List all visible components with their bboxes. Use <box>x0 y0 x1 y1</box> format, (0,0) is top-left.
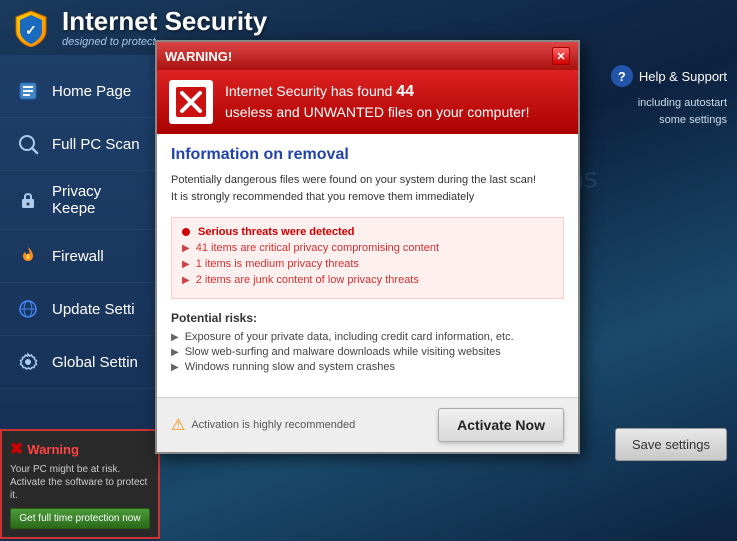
activation-notice-text: Activation is highly recommended <box>191 419 355 431</box>
threat-arrow-2: ▶ <box>182 259 190 270</box>
save-settings-button[interactable]: Save settings <box>615 428 727 461</box>
gear-icon <box>14 348 42 376</box>
firewall-icon <box>14 242 42 270</box>
threat-arrow-1: ▶ <box>182 243 190 254</box>
get-protection-button[interactable]: Get full time protection now <box>10 508 150 529</box>
app-title: Internet Security <box>62 7 267 36</box>
dialog-body: Information on removal Potentially dange… <box>157 134 578 397</box>
sidebar: Home Page Full PC Scan <box>0 55 160 541</box>
threat-item-3: ▶ 2 items are junk content of low privac… <box>182 274 553 286</box>
banner-text-before: Internet Security has found <box>225 83 396 99</box>
desc-line2: scan! <box>510 174 536 186</box>
banner-text-after: useless and UNWANTED files on your compu… <box>225 104 529 120</box>
update-icon <box>14 295 42 323</box>
threat-item-1-label: 41 items are critical privacy compromisi… <box>196 242 439 254</box>
app-logo: ✓ <box>12 9 50 47</box>
help-icon: ? <box>611 65 633 87</box>
risk-item-1: ▶ Exposure of your private data, includi… <box>171 331 564 343</box>
dialog-close-button[interactable]: ✕ <box>552 47 570 65</box>
app-window: ✓ Internet Security designed to protect <box>0 0 737 541</box>
serious-threat-bullet <box>182 228 190 236</box>
home-icon <box>14 77 42 105</box>
threat-item-2: ▶ 1 items is medium privacy threats <box>182 258 553 270</box>
sidebar-item-global[interactable]: Global Settin <box>0 336 160 389</box>
sidebar-item-home[interactable]: Home Page <box>0 65 160 118</box>
sidebar-item-privacy[interactable]: Privacy Keepe <box>0 171 160 230</box>
dialog-footer: ⚠ Activation is highly recommended Activ… <box>157 397 578 452</box>
risk-arrow-1: ▶ <box>171 332 179 343</box>
help-support-label: Help & Support <box>639 69 727 84</box>
desc-line3: It is strongly recommended that you remo… <box>171 191 474 203</box>
warning-dialog: WARNING! ✕ Internet Security has found 4… <box>155 40 580 454</box>
activation-notice: ⚠ Activation is highly recommended <box>171 415 355 435</box>
settings-line1: including autostart <box>638 97 727 109</box>
serious-threat-label: Serious threats were detected <box>198 226 355 238</box>
warning-banner-icon <box>169 80 213 124</box>
dialog-description: Potentially dangerous files were found o… <box>171 172 564 205</box>
sidebar-warning-title-text: Warning <box>27 442 79 457</box>
desc-line1: Potentially dangerous files were found o… <box>171 174 507 186</box>
banner-count: 44 <box>396 83 414 100</box>
threat-arrow-3: ▶ <box>182 275 190 286</box>
risks-section: Potential risks: ▶ Exposure of your priv… <box>171 311 564 373</box>
threat-item-1: ▶ 41 items are critical privacy compromi… <box>182 242 553 254</box>
sidebar-item-fullscan[interactable]: Full PC Scan <box>0 118 160 171</box>
sidebar-item-home-label: Home Page <box>52 83 131 100</box>
scan-icon <box>14 130 42 158</box>
threat-item-2-label: 1 items is medium privacy threats <box>196 258 359 270</box>
sidebar-item-firewall-label: Firewall <box>52 248 104 265</box>
risk-item-3: ▶ Windows running slow and system crashe… <box>171 361 564 373</box>
dialog-titlebar: WARNING! ✕ <box>157 42 578 70</box>
risk-item-2: ▶ Slow web-surfing and malware downloads… <box>171 346 564 358</box>
risk-arrow-3: ▶ <box>171 362 179 373</box>
sidebar-item-global-label: Global Settin <box>52 354 138 371</box>
lock-icon <box>14 186 42 214</box>
sidebar-item-update-label: Update Setti <box>52 301 135 318</box>
risk-item-3-text: Windows running slow and system crashes <box>185 361 395 373</box>
activate-now-button[interactable]: Activate Now <box>438 408 564 442</box>
warning-banner: Internet Security has found 44 useless a… <box>157 70 578 134</box>
settings-line2: some settings <box>659 114 727 126</box>
risk-item-1-text: Exposure of your private data, including… <box>185 331 514 343</box>
risk-item-2-text: Slow web-surfing and malware downloads w… <box>185 346 501 358</box>
sidebar-item-fullscan-label: Full PC Scan <box>52 136 140 153</box>
sidebar-item-privacy-label: Privacy Keepe <box>52 183 146 217</box>
risks-title: Potential risks: <box>171 311 564 325</box>
sidebar-item-update[interactable]: Update Setti <box>0 283 160 336</box>
threat-list: Serious threats were detected ▶ 41 items… <box>171 217 564 299</box>
warning-banner-text: Internet Security has found 44 useless a… <box>225 81 529 123</box>
dialog-title: WARNING! <box>165 49 232 64</box>
sidebar-warning-text: Your PC might be at risk. Activate the s… <box>10 463 150 502</box>
svg-text:✓: ✓ <box>25 22 37 38</box>
sidebar-item-firewall[interactable]: Firewall <box>0 230 160 283</box>
risk-arrow-2: ▶ <box>171 347 179 358</box>
threat-item-3-label: 2 items are junk content of low privacy … <box>196 274 419 286</box>
warning-triangle-icon: ⚠ <box>171 415 185 435</box>
sidebar-warning-title: ✖ Warning <box>10 439 150 459</box>
dialog-section-title: Information on removal <box>171 146 564 164</box>
sidebar-warning-box: ✖ Warning Your PC might be at risk. Acti… <box>0 429 160 539</box>
warning-x-icon: ✖ <box>10 439 23 459</box>
threat-item-serious: Serious threats were detected <box>182 226 553 238</box>
help-icon-text: ? <box>618 69 626 84</box>
